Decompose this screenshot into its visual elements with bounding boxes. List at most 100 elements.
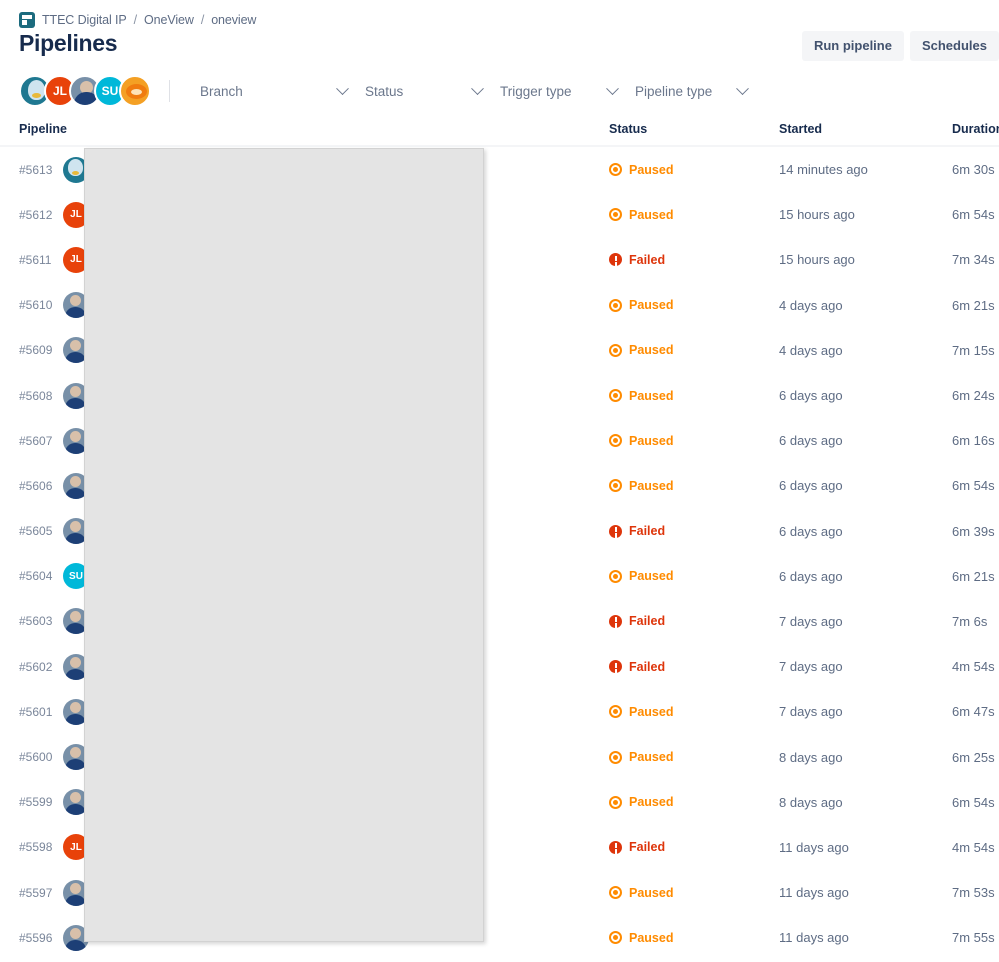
- paused-icon: [609, 886, 622, 900]
- grey-overlay-panel[interactable]: [84, 148, 484, 942]
- status-cell: Paused: [609, 795, 779, 809]
- status-cell: Failed: [609, 253, 779, 267]
- failed-icon: [609, 524, 622, 538]
- pipeline-id[interactable]: #5601: [19, 705, 63, 719]
- status-label: Paused: [629, 388, 674, 403]
- breadcrumb-separator: /: [200, 13, 205, 27]
- pipeline-id[interactable]: #5605: [19, 524, 63, 538]
- status-badge: Paused: [609, 343, 779, 357]
- status-label: Failed: [629, 524, 666, 539]
- status-filter-label: Status: [365, 83, 404, 99]
- pipeline-type-filter[interactable]: Pipeline type: [625, 75, 755, 107]
- pipeline-id[interactable]: #5603: [19, 614, 63, 628]
- breadcrumb-item-project[interactable]: OneView: [144, 13, 194, 27]
- status-cell: Paused: [609, 389, 779, 403]
- project-avatar-icon: [19, 12, 35, 28]
- run-pipeline-button[interactable]: Run pipeline: [801, 31, 904, 61]
- failed-icon: [609, 253, 622, 267]
- duration-cell: 7m 34s: [952, 252, 995, 268]
- duration-cell: 6m 24s: [952, 388, 995, 404]
- status-cell: Paused: [609, 163, 779, 177]
- paused-icon: [609, 569, 622, 583]
- pipeline-id[interactable]: #5606: [19, 479, 63, 493]
- schedules-button[interactable]: Schedules: [909, 31, 999, 61]
- avatar[interactable]: [119, 75, 151, 107]
- duration-cell: 7m 6s: [952, 613, 988, 629]
- started-cell: 15 hours ago: [779, 252, 855, 268]
- started-cell: 7 days ago: [779, 613, 843, 629]
- status-cell: Paused: [609, 931, 779, 945]
- started-cell: 11 days ago: [779, 885, 849, 901]
- chevron-down-icon: [336, 81, 349, 95]
- status-badge: Failed: [609, 524, 779, 538]
- pipeline-id[interactable]: #5597: [19, 886, 63, 900]
- status-cell: Failed: [609, 840, 779, 854]
- status-cell: Paused: [609, 886, 779, 900]
- table-header-row: Pipeline Status Started Duration: [0, 122, 999, 147]
- pipeline-id[interactable]: #5613: [19, 163, 63, 177]
- filter-bar: JL SU Branch Status Trigger type Pipelin…: [19, 74, 979, 108]
- status-cell: Paused: [609, 479, 779, 493]
- breadcrumb-item-repository[interactable]: oneview: [211, 13, 256, 27]
- started-cell: 4 days ago: [779, 342, 843, 358]
- status-badge: Paused: [609, 750, 779, 764]
- pipeline-id[interactable]: #5604: [19, 569, 63, 583]
- status-label: Paused: [629, 795, 674, 810]
- pipeline-id[interactable]: #5611: [19, 253, 63, 267]
- started-cell: 14 minutes ago: [779, 162, 868, 178]
- paused-icon: [609, 343, 622, 357]
- pipeline-type-filter-label: Pipeline type: [635, 83, 713, 99]
- pipeline-id[interactable]: #5607: [19, 434, 63, 448]
- trigger-type-filter[interactable]: Trigger type: [490, 75, 625, 107]
- pipeline-id[interactable]: #5610: [19, 298, 63, 312]
- status-cell: Paused: [609, 750, 779, 764]
- duration-cell: 6m 47s: [952, 704, 995, 720]
- started-cell: 6 days ago: [779, 523, 843, 539]
- pipeline-id[interactable]: #5600: [19, 750, 63, 764]
- branch-filter[interactable]: Branch: [190, 75, 355, 107]
- breadcrumb-item-workspace[interactable]: TTEC Digital IP: [42, 13, 127, 27]
- duration-cell: 7m 53s: [952, 885, 995, 901]
- started-cell: 4 days ago: [779, 297, 843, 313]
- status-badge: Paused: [609, 795, 779, 809]
- pipeline-id[interactable]: #5609: [19, 343, 63, 357]
- breadcrumb: TTEC Digital IP / OneView / oneview: [19, 12, 256, 28]
- started-cell: 11 days ago: [779, 839, 849, 855]
- started-cell: 7 days ago: [779, 704, 843, 720]
- pipeline-id[interactable]: #5596: [19, 931, 63, 945]
- pipeline-id[interactable]: #5612: [19, 208, 63, 222]
- duration-cell: 6m 25s: [952, 749, 995, 765]
- paused-icon: [609, 931, 622, 945]
- duration-cell: 6m 54s: [952, 794, 995, 810]
- chevron-down-icon: [606, 81, 619, 95]
- paused-icon: [609, 750, 622, 764]
- status-cell: Paused: [609, 569, 779, 583]
- status-filter[interactable]: Status: [355, 75, 490, 107]
- status-badge: Paused: [609, 298, 779, 312]
- pipeline-id[interactable]: #5602: [19, 660, 63, 674]
- paused-icon: [609, 208, 622, 222]
- status-label: Paused: [629, 433, 674, 448]
- status-badge: Paused: [609, 886, 779, 900]
- status-label: Failed: [629, 840, 666, 855]
- status-badge: Failed: [609, 840, 779, 854]
- column-header-status: Status: [609, 122, 648, 136]
- duration-cell: 7m 15s: [952, 342, 995, 358]
- duration-cell: 6m 39s: [952, 523, 995, 539]
- filter-divider: [169, 80, 170, 102]
- status-badge: Paused: [609, 163, 779, 177]
- pipeline-id[interactable]: #5608: [19, 389, 63, 403]
- duration-cell: 4m 54s: [952, 659, 995, 675]
- status-cell: Paused: [609, 705, 779, 719]
- pipeline-id[interactable]: #5598: [19, 840, 63, 854]
- pipeline-id[interactable]: #5599: [19, 795, 63, 809]
- duration-cell: 6m 30s: [952, 162, 995, 178]
- status-label: Paused: [629, 298, 674, 313]
- status-badge: Paused: [609, 434, 779, 448]
- started-cell: 11 days ago: [779, 930, 849, 946]
- breadcrumb-separator: /: [133, 13, 138, 27]
- column-header-started: Started: [779, 122, 823, 136]
- status-label: Paused: [629, 162, 674, 177]
- status-cell: Paused: [609, 434, 779, 448]
- duration-cell: 6m 54s: [952, 207, 995, 223]
